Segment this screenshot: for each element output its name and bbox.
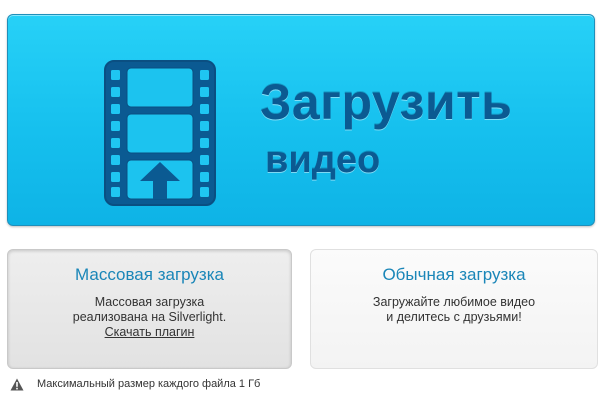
upload-title: Загрузить — [260, 74, 513, 130]
film-upload-icon — [104, 60, 216, 206]
warning-icon — [10, 378, 24, 390]
bulk-upload-description: Массовая загрузка реализована на Silverl… — [8, 295, 291, 340]
bulk-upload-line1: Массовая загрузка — [94, 295, 205, 309]
upload-subtitle: видео — [265, 139, 381, 181]
simple-upload-title: Обычная загрузка — [382, 265, 526, 284]
simple-upload-line2: и делитесь с друзьями! — [386, 310, 522, 324]
file-size-text: Максимальный размер каждого файла 1 Гб — [37, 378, 261, 390]
download-plugin-link[interactable]: Скачать плагин — [105, 325, 195, 339]
simple-upload-panel[interactable]: Обычная загрузка Загружайте любимое виде… — [310, 249, 598, 369]
bulk-upload-line2: реализована на Silverlight. — [72, 310, 227, 324]
upload-video-button[interactable]: Загрузить видео — [7, 14, 595, 226]
file-size-note: Максимальный размер каждого файла 1 Гб — [10, 376, 260, 392]
bulk-upload-title: Массовая загрузка — [75, 265, 224, 284]
simple-upload-line1: Загружайте любимое видео — [372, 295, 536, 309]
upload-page: Загрузить видео Массовая загрузка Массов… — [0, 0, 600, 400]
simple-upload-description: Загружайте любимое видео и делитесь с др… — [311, 295, 597, 325]
bulk-upload-panel[interactable]: Массовая загрузка Массовая загрузка реал… — [7, 249, 292, 369]
